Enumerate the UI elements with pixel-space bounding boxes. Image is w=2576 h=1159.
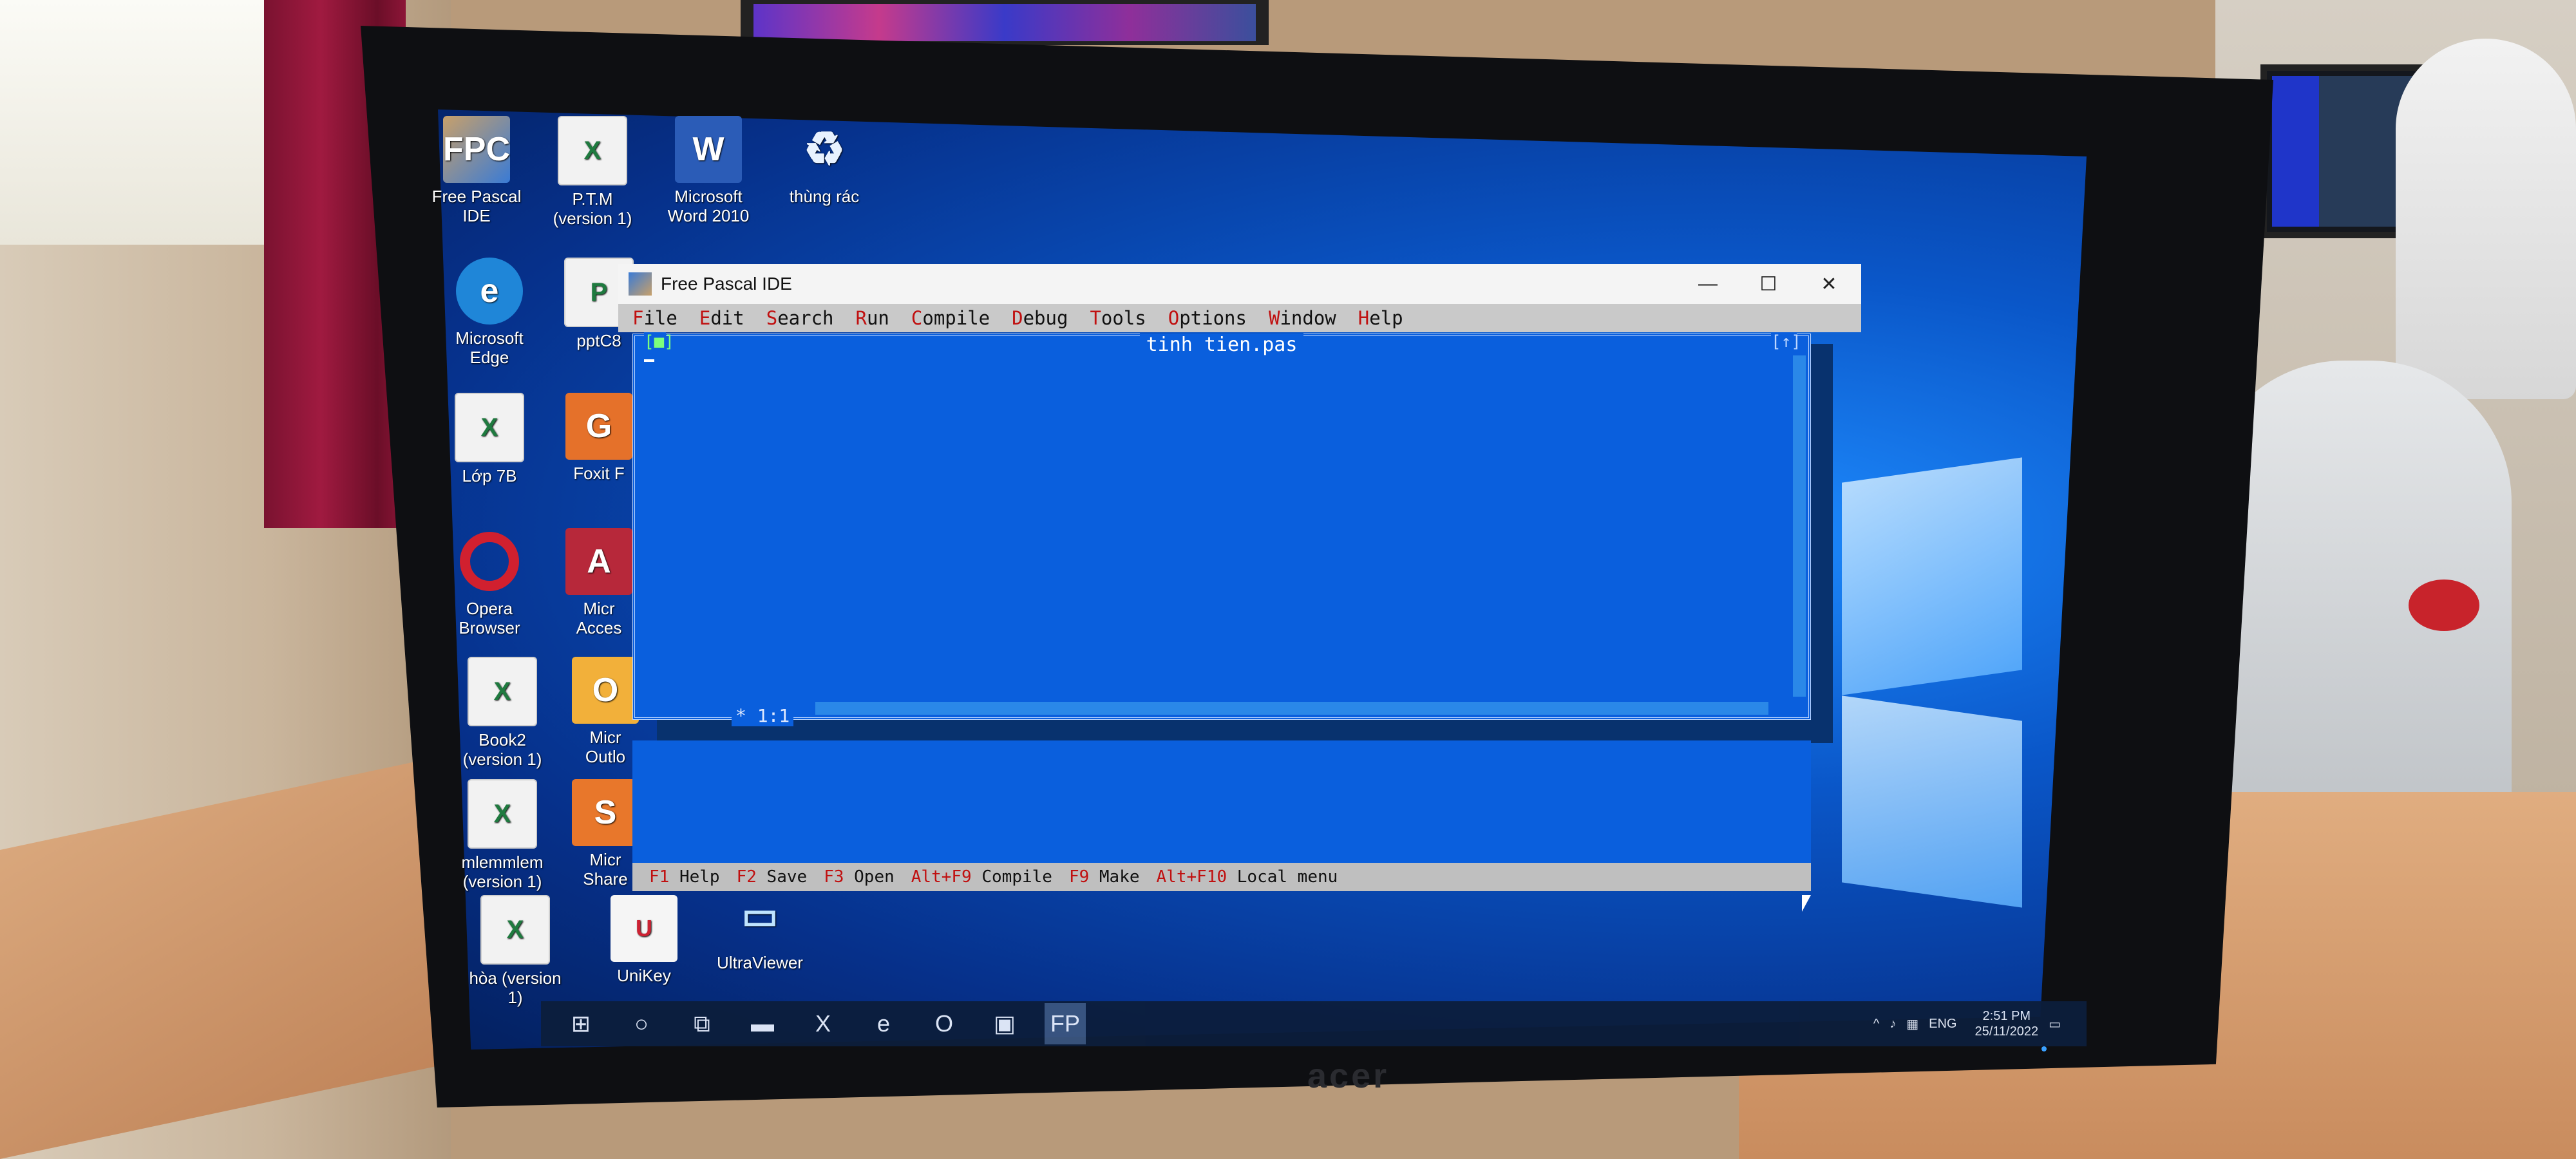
vertical-scrollbar[interactable] bbox=[1793, 355, 1806, 697]
status-bar: F1 Help F2 Save F3 Open Alt+F9 Compile F9 Ma… bbox=[632, 863, 1811, 891]
desktop-icon-free-pascal-ide[interactable]: FPC Free Pascal IDE bbox=[425, 116, 528, 225]
speaker-icon[interactable]: ♪ bbox=[1889, 1017, 1896, 1032]
desktop-icon-label: Opera Browser bbox=[459, 599, 520, 637]
microsoft-edge-icon: e bbox=[456, 258, 523, 325]
power-led bbox=[2041, 1046, 2047, 1051]
menu-search[interactable]: Search bbox=[766, 307, 834, 329]
clock-time: 2:51 PM bbox=[1982, 1009, 2031, 1023]
unikey-icon: U bbox=[611, 895, 677, 962]
editor-shadow bbox=[657, 720, 1833, 740]
menu-options[interactable]: Options bbox=[1168, 307, 1247, 329]
background-monitor-top bbox=[741, 0, 1269, 45]
student-far bbox=[2396, 39, 2576, 399]
taskbar-opera[interactable]: O bbox=[923, 1003, 965, 1044]
taskbar-file-explorer[interactable]: ▬ bbox=[742, 1003, 783, 1044]
clock-date: 25/11/2022 bbox=[1975, 1024, 2039, 1039]
windows-logo-pane bbox=[1842, 457, 2022, 695]
taskbar-edge[interactable]: e bbox=[863, 1003, 904, 1044]
taskbar-start-button[interactable]: ⊞ bbox=[560, 1003, 601, 1044]
menu-bar: File Edit Search Run Compile Debug Tools Option… bbox=[618, 304, 1861, 332]
close-button[interactable]: ✕ bbox=[1802, 264, 1856, 304]
ptm-excel-icon: X bbox=[558, 116, 627, 185]
lop-7b-excel-icon: X bbox=[455, 393, 524, 462]
menu-run[interactable]: Run bbox=[856, 307, 889, 329]
window-title: Free Pascal IDE bbox=[661, 274, 792, 294]
opera-browser-icon bbox=[456, 528, 523, 595]
desktop-icon-label: Free Pascal IDE bbox=[431, 187, 522, 225]
maximize-button[interactable]: ☐ bbox=[1741, 264, 1795, 304]
language-indicator[interactable]: ENG bbox=[1929, 1017, 1956, 1032]
status-save[interactable]: F2 Save bbox=[737, 867, 808, 887]
free-pascal-ide-window[interactable]: Free Pascal IDE — ☐ ✕ File Edit Search Run C… bbox=[618, 264, 1861, 912]
desktop-icon-label: UniKey bbox=[617, 966, 671, 985]
menu-tools[interactable]: Tools bbox=[1090, 307, 1146, 329]
status-open[interactable]: F3 Open bbox=[824, 867, 895, 887]
desktop-icon-label: Microsoft Word 2010 bbox=[667, 187, 750, 225]
status-help[interactable]: F1 Help bbox=[649, 867, 720, 887]
desktop-icon-label: Book2 (version 1) bbox=[462, 730, 542, 769]
microsoft-word-icon: W bbox=[675, 116, 742, 183]
desktop-icon-label: Microsoft Edge bbox=[455, 328, 524, 367]
book2-excel-icon: X bbox=[468, 657, 537, 726]
editor-shadow bbox=[1811, 344, 1833, 743]
editor-zoom-box[interactable]: [↑] bbox=[1771, 332, 1801, 352]
taskbar-task-view[interactable]: ⧉ bbox=[681, 1003, 723, 1044]
taskbar: ⊞ ○ ⧉ ▬ Xe O ▣ FP ^ ♪ ▦ ENG 2:51 PM 25/11/2022 … bbox=[541, 1001, 2087, 1046]
notification-icon[interactable]: ▭ bbox=[2049, 1016, 2061, 1032]
mlemmlem-excel-icon: X bbox=[468, 779, 537, 849]
free-pascal-ide-icon: FPC bbox=[443, 116, 510, 183]
desktop-icon-opera-browser[interactable]: Opera Browser bbox=[438, 528, 541, 637]
title-bar[interactable]: Free Pascal IDE — ☐ ✕ bbox=[618, 264, 1861, 304]
desktop-icon-lop-7b-excel[interactable]: X Lớp 7B bbox=[438, 393, 541, 485]
red-mouse bbox=[2409, 580, 2479, 631]
taskbar-cortana-search[interactable]: ○ bbox=[621, 1003, 662, 1044]
desktop-icon-label: mlemmlem (version 1) bbox=[461, 853, 544, 891]
taskbar-excel[interactable]: X bbox=[802, 1003, 844, 1044]
desktop-icon-microsoft-edge[interactable]: e Microsoft Edge bbox=[438, 258, 541, 367]
editor-filename: tinh tien.pas bbox=[1139, 334, 1304, 356]
desktop-icon-label: P.T.M (version 1) bbox=[553, 189, 632, 228]
text-cursor bbox=[644, 359, 654, 362]
monitor-brand: acer bbox=[1307, 1057, 1390, 1095]
menu-debug[interactable]: Debug bbox=[1012, 307, 1068, 329]
recycle-bin-icon: ♻ bbox=[803, 124, 846, 175]
windows-logo-pane bbox=[1842, 695, 2022, 908]
desktop-icon-recycle-bin[interactable]: ♻ thùng rác bbox=[773, 116, 876, 206]
desktop-icon-ptm-excel[interactable]: X P.T.M (version 1) bbox=[541, 116, 644, 228]
minimize-button[interactable]: — bbox=[1681, 264, 1735, 304]
desktop-icon-hoa-excel[interactable]: Xhòa (version 1) bbox=[464, 895, 567, 1007]
modified-marker: * bbox=[735, 705, 746, 726]
menu-compile[interactable]: Compile bbox=[911, 307, 990, 329]
desktop-icon-mlemmlem-excel[interactable]: Xmlemmlem (version 1) bbox=[451, 779, 554, 891]
classroom-window bbox=[0, 0, 283, 245]
editor-window[interactable]: [■] tinh tien.pas [↑] * 1:1 bbox=[632, 332, 1811, 726]
desktop-icon-label: thùng rác bbox=[789, 187, 860, 206]
taskbar-store[interactable]: ▣ bbox=[984, 1003, 1025, 1044]
desktop-icon-microsoft-word[interactable]: W Microsoft Word 2010 bbox=[657, 116, 760, 225]
taskbar-free-pascal[interactable]: FP bbox=[1045, 1003, 1086, 1044]
desktop-icon-label: UltraViewer bbox=[717, 953, 803, 972]
taskbar-items: ⊞ ○ ⧉ ▬ Xe O ▣ FP bbox=[541, 1003, 1086, 1044]
status-compile[interactable]: Alt+F9 Compile bbox=[911, 867, 1052, 887]
menu-help[interactable]: Help bbox=[1358, 307, 1403, 329]
free-pascal-app-icon bbox=[629, 272, 652, 296]
tray-chevron-icon[interactable]: ^ bbox=[1873, 1017, 1879, 1032]
desktop-icon-label: Lớp 7B bbox=[462, 466, 517, 485]
cursor-position: 1:1 bbox=[757, 705, 790, 726]
clock[interactable]: 2:51 PM 25/11/2022 bbox=[1975, 1008, 2038, 1039]
desktop-icon-unikey[interactable]: U UniKey bbox=[592, 895, 696, 985]
menu-window[interactable]: Window bbox=[1269, 307, 1336, 329]
mouse-pointer-icon bbox=[1802, 895, 1811, 912]
desktop-icon-book2-excel[interactable]: X Book2 (version 1) bbox=[451, 657, 554, 769]
menu-file[interactable]: File bbox=[632, 307, 677, 329]
menu-edit[interactable]: Edit bbox=[699, 307, 744, 329]
hoa-excel-icon: X bbox=[480, 895, 550, 965]
horizontal-scrollbar[interactable] bbox=[815, 702, 1768, 715]
system-tray: ^ ♪ ▦ ENG 2:51 PM 25/11/2022 ▭ bbox=[1863, 1001, 2061, 1046]
status-local-menu[interactable]: Alt+F10 Local menu bbox=[1157, 867, 1338, 887]
network-icon[interactable]: ▦ bbox=[1906, 1016, 1918, 1032]
desktop-icon-ultraviewer[interactable]: ▭ UltraViewer bbox=[708, 882, 811, 973]
status-make[interactable]: F9 Make bbox=[1069, 867, 1140, 887]
ide-desktop-area bbox=[632, 740, 1811, 863]
